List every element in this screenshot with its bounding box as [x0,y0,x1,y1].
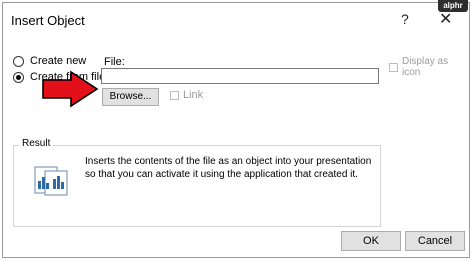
browse-button[interactable]: Browse... [102,88,159,106]
insert-object-dialog: Insert Object ? ✕ Create new Create from… [2,2,470,258]
create-new-radio[interactable]: Create new [13,55,86,67]
display-as-icon-checkbox-box[interactable] [389,62,398,72]
dialog-title: Insert Object [11,13,85,28]
create-new-radio-circle[interactable] [13,55,24,67]
close-icon[interactable]: ✕ [439,9,452,29]
result-description: Inserts the contents of the file as an o… [85,156,372,180]
link-label: Link [183,89,204,101]
ok-button[interactable]: OK [341,231,401,251]
red-pointer-arrow-icon [42,70,99,108]
link-checkbox[interactable]: Link [170,89,203,101]
display-as-icon-label: Display as icon [401,56,449,78]
help-icon[interactable]: ? [401,11,409,27]
cancel-button[interactable]: Cancel [405,231,465,251]
create-new-label: Create new [30,55,87,67]
embedded-document-icon [33,165,69,202]
link-checkbox-box[interactable] [170,90,179,100]
file-label: File: [104,56,125,68]
result-label: Result [19,138,54,149]
create-from-file-radio-circle[interactable] [13,71,24,83]
display-as-icon-checkbox[interactable]: Display as icon [389,56,469,78]
alphr-watermark: alphr [438,0,468,12]
file-path-input[interactable] [101,68,379,84]
title-bar: Insert Object ? ✕ [3,3,469,39]
